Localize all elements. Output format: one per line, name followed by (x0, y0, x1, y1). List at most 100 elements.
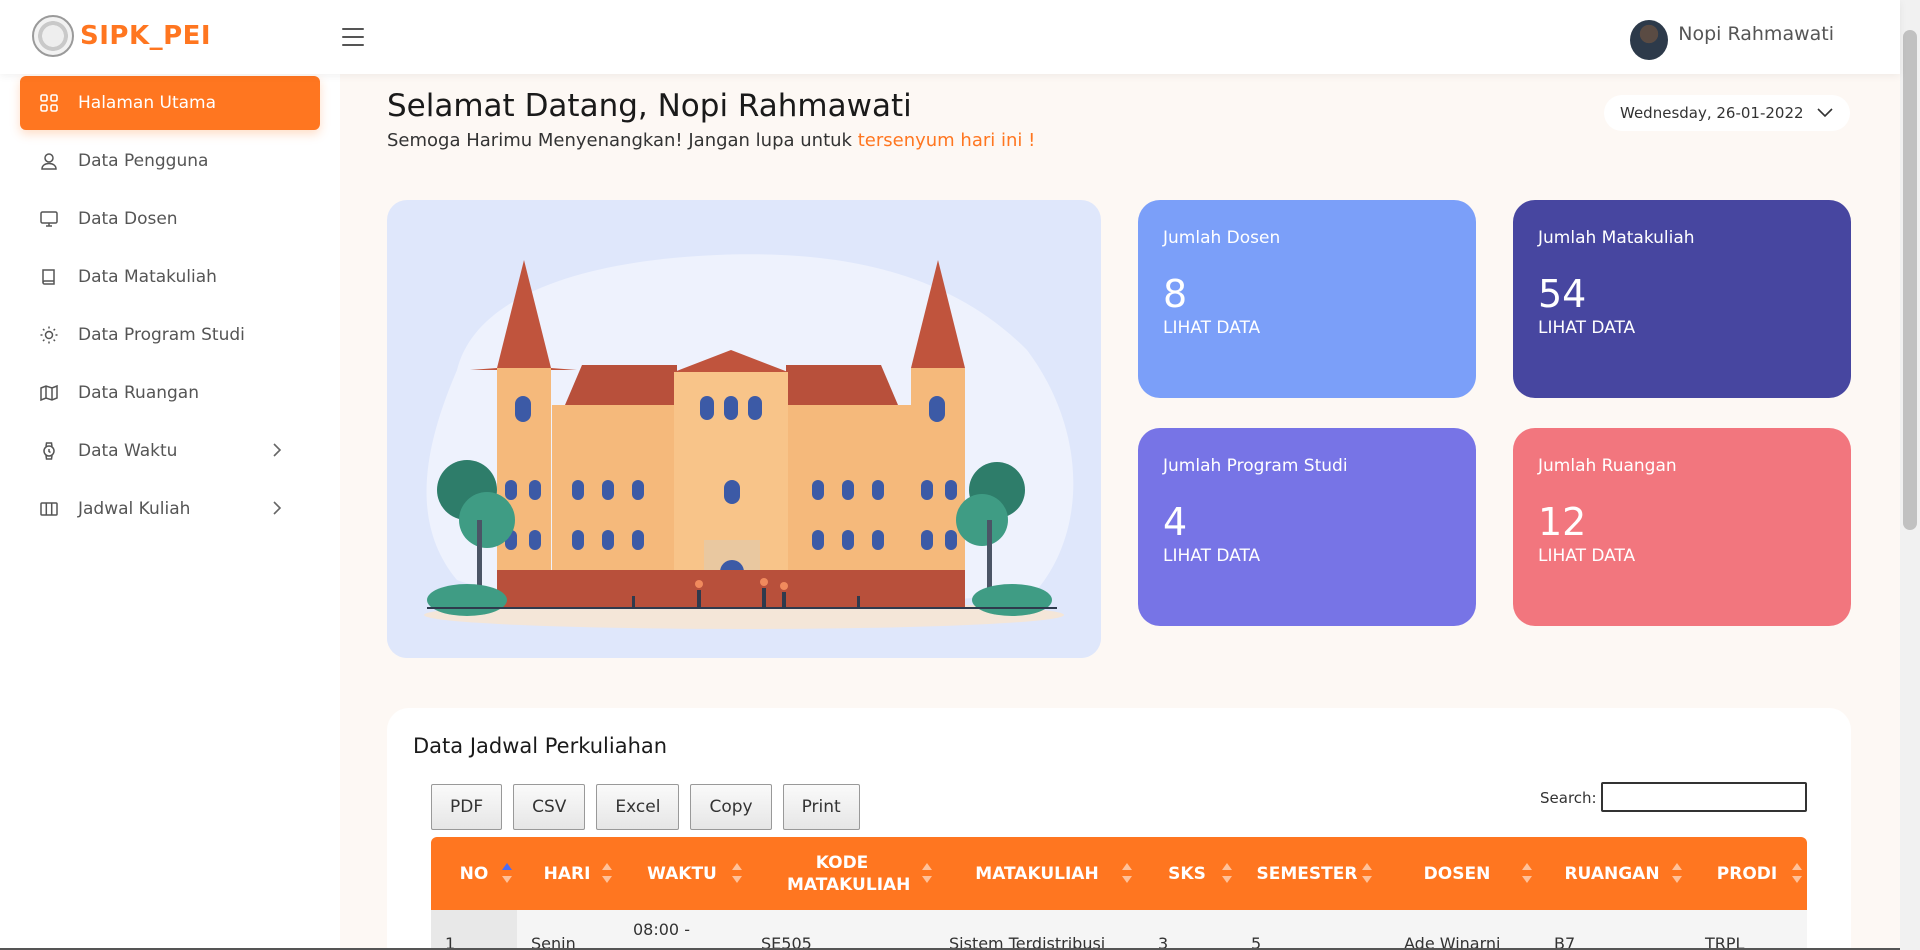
scrollbar-thumb[interactable] (1903, 30, 1917, 530)
sort-icon (1221, 861, 1233, 885)
card-link[interactable]: LIHAT DATA (1163, 546, 1260, 566)
chevron-right-icon (272, 442, 282, 462)
sidebar-item-label: Data Matakuliah (78, 267, 217, 287)
sidebar-item-label: Jadwal Kuliah (78, 499, 191, 519)
columns-icon (38, 498, 60, 520)
stat-card-program-studi: Jumlah Program Studi 4 LIHAT DATA (1138, 428, 1476, 626)
chevron-down-icon (1816, 103, 1834, 125)
card-title: Jumlah Program Studi (1163, 456, 1348, 476)
monitor-icon (38, 208, 60, 230)
sort-icon (501, 861, 513, 885)
book-icon (38, 266, 60, 288)
sort-icon (1361, 861, 1373, 885)
column-header-waktu[interactable]: WAKTU (617, 837, 747, 910)
card-value: 8 (1163, 272, 1188, 316)
column-header-ruangan[interactable]: RUANGAN (1537, 837, 1687, 910)
university-logo (32, 15, 74, 57)
excel-button[interactable]: Excel (596, 784, 680, 830)
pdf-button[interactable]: PDF (431, 784, 503, 830)
copy-button[interactable]: Copy (690, 784, 772, 830)
page-subtitle: Semoga Harimu Menyenangkan! Jangan lupa … (387, 130, 1035, 151)
column-header-no[interactable]: NO (431, 837, 517, 910)
sort-icon (1671, 861, 1683, 885)
sidebar-item-jadwal-kuliah[interactable]: Jadwal Kuliah (20, 482, 320, 536)
page-scrollbar[interactable] (1900, 0, 1920, 950)
search-label: Search: (1540, 789, 1597, 807)
page-title: Selamat Datang, Nopi Rahmawati (387, 88, 912, 124)
column-header-sks[interactable]: SKS (1137, 837, 1237, 910)
column-header-matakuliah[interactable]: MATAKULIAH (937, 837, 1137, 910)
sidebar-item-data-dosen[interactable]: Data Dosen (20, 192, 320, 246)
card-link[interactable]: LIHAT DATA (1538, 318, 1635, 338)
column-label: WAKTU (647, 863, 717, 884)
sidebar-item-data-program-studi[interactable]: Data Program Studi (20, 308, 320, 362)
sidebar-item-label: Data Program Studi (78, 325, 245, 345)
column-label: NO (459, 863, 489, 884)
user-name: Nopi Rahmawati (1678, 23, 1834, 45)
column-label: RUANGAN (1564, 863, 1660, 884)
sidebar-item-data-matakuliah[interactable]: Data Matakuliah (20, 250, 320, 304)
card-title: Jumlah Dosen (1163, 228, 1281, 248)
column-header-semester[interactable]: SEMESTER (1237, 837, 1377, 910)
subtitle-accent: tersenyum hari ini ! (857, 130, 1036, 151)
column-label: DOSEN (1423, 863, 1491, 884)
sidebar-item-data-pengguna[interactable]: Data Pengguna (20, 134, 320, 188)
brand-name: SIPK_PEI (80, 21, 212, 51)
avatar[interactable] (1630, 20, 1669, 60)
sort-icon (1791, 861, 1803, 885)
column-header-kode-matakuliah[interactable]: KODE MATAKULIAH (747, 837, 937, 910)
stat-card-ruangan: Jumlah Ruangan 12 LIHAT DATA (1513, 428, 1851, 626)
user-menu[interactable]: Nopi Rahmawati (1630, 20, 1834, 60)
column-label: MATAKULIAH (975, 863, 1099, 884)
stat-card-dosen: Jumlah Dosen 8 LIHAT DATA (1138, 200, 1476, 398)
sort-icon (921, 861, 933, 885)
sidebar: Halaman Utama Data Pengguna Data Dosen D… (0, 74, 340, 950)
column-header-prodi[interactable]: PRODI (1687, 837, 1807, 910)
grid-icon (38, 92, 60, 114)
sidebar-item-label: Data Dosen (78, 209, 178, 229)
column-header-dosen[interactable]: DOSEN (1377, 837, 1537, 910)
sidebar-item-halaman-utama[interactable]: Halaman Utama (20, 76, 320, 130)
sidebar-item-label: Data Waktu (78, 441, 178, 461)
search-input[interactable] (1601, 782, 1807, 812)
card-value: 12 (1538, 500, 1587, 544)
sidebar-item-data-ruangan[interactable]: Data Ruangan (20, 366, 320, 420)
column-label: KODE MATAKULIAH (787, 852, 911, 895)
row-number-cell (431, 910, 517, 950)
card-value: 4 (1163, 500, 1188, 544)
sort-icon (731, 861, 743, 885)
cell-waktu: 08:00 - (633, 920, 690, 939)
card-title: Jumlah Ruangan (1538, 456, 1677, 476)
menu-toggle-icon[interactable] (342, 28, 364, 46)
date-text: Wednesday, 26-01-2022 (1620, 104, 1804, 122)
print-button[interactable]: Print (782, 784, 860, 830)
brand[interactable]: SIPK_PEI (32, 15, 211, 57)
column-label: SKS (1168, 863, 1206, 884)
date-picker[interactable]: Wednesday, 26-01-2022 (1604, 95, 1850, 131)
sun-icon (38, 324, 60, 346)
sidebar-item-label: Data Pengguna (78, 151, 209, 171)
export-buttons: PDF CSV Excel Copy Print (431, 784, 860, 830)
card-link[interactable]: LIHAT DATA (1538, 546, 1635, 566)
column-label: SEMESTER (1256, 863, 1358, 884)
campus-illustration (387, 200, 1101, 658)
card-link[interactable]: LIHAT DATA (1163, 318, 1260, 338)
sort-icon (601, 861, 613, 885)
map-icon (38, 382, 60, 404)
card-title: Jumlah Matakuliah (1538, 228, 1695, 248)
top-bar: SIPK_PEI Nopi Rahmawati (0, 0, 1900, 74)
sidebar-item-label: Data Ruangan (78, 383, 199, 403)
column-header-hari[interactable]: HARI (517, 837, 617, 910)
sort-icon (1121, 861, 1133, 885)
sidebar-item-label: Halaman Utama (78, 93, 217, 113)
chevron-right-icon (272, 500, 282, 520)
csv-button[interactable]: CSV (513, 784, 586, 830)
subtitle-text: Semoga Harimu Menyenangkan! Jangan lupa … (387, 130, 858, 151)
schedule-panel: Data Jadwal Perkuliahan PDF CSV Excel Co… (387, 708, 1851, 950)
sort-icon (1521, 861, 1533, 885)
column-label: PRODI (1716, 863, 1778, 884)
watch-icon (38, 440, 60, 462)
sidebar-item-data-waktu[interactable]: Data Waktu (20, 424, 320, 478)
panel-title: Data Jadwal Perkuliahan (413, 734, 668, 758)
card-value: 54 (1538, 272, 1587, 316)
